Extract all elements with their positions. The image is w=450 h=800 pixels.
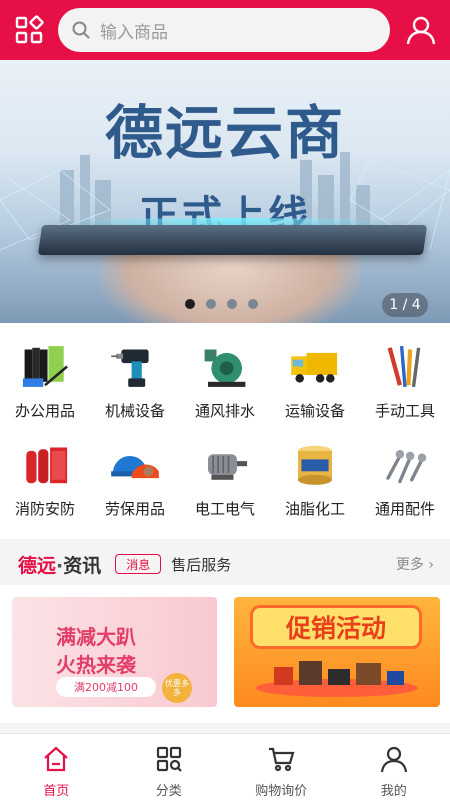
helmet-icon bbox=[111, 456, 159, 479]
carousel-dot-2[interactable] bbox=[206, 299, 216, 309]
category-machinery[interactable]: 机械设备 bbox=[90, 323, 180, 421]
promo-line1: 满减大趴 bbox=[56, 625, 136, 649]
motor-icon bbox=[208, 454, 248, 480]
category-ventilation[interactable]: 通风排水 bbox=[180, 323, 270, 421]
category-label: 电工电气 bbox=[194, 500, 255, 518]
category-label: 劳保用品 bbox=[104, 500, 165, 518]
category-label: 办公用品 bbox=[14, 402, 75, 420]
promo-badge: 优惠多多 bbox=[162, 673, 192, 703]
search-placeholder: 输入商品 bbox=[100, 22, 168, 43]
top-bar: 输入商品 bbox=[0, 0, 450, 60]
nav-mine[interactable]: 我的 bbox=[338, 734, 450, 800]
news-brand: 德远·资讯 bbox=[18, 551, 101, 578]
news-tag: 消息 bbox=[115, 554, 162, 574]
more-label: 更多 bbox=[395, 557, 424, 573]
category-electrical[interactable]: 电工电气 bbox=[180, 421, 270, 519]
grid-menu-icon bbox=[15, 15, 44, 44]
news-bar[interactable]: 德远·资讯 消息 售后服务 更多 › bbox=[0, 543, 450, 585]
tablet-graphic bbox=[37, 225, 428, 255]
home-icon bbox=[44, 746, 68, 772]
grease-icon bbox=[298, 445, 332, 485]
nav-home[interactable]: 首页 bbox=[0, 734, 113, 800]
hand-tools-icon bbox=[387, 345, 421, 388]
search-input[interactable]: 输入商品 bbox=[58, 8, 390, 52]
profile-button[interactable] bbox=[392, 0, 450, 60]
category-label: 运输设备 bbox=[284, 402, 345, 420]
nav-category-label: 分类 bbox=[155, 784, 182, 799]
category-office-supplies[interactable]: 办公用品 bbox=[0, 323, 90, 421]
screws-icon bbox=[386, 450, 427, 484]
carousel-dot-3[interactable] bbox=[227, 299, 237, 309]
category-protective-gear[interactable]: 劳保用品 bbox=[90, 421, 180, 519]
nav-mine-label: 我的 bbox=[380, 784, 407, 799]
promo-line2: 火热来袭 bbox=[56, 653, 136, 677]
cart-icon bbox=[269, 747, 295, 772]
category-hand-tools[interactable]: 手动工具 bbox=[360, 323, 450, 421]
category-grease-chemical[interactable]: 油脂化工 bbox=[270, 421, 360, 519]
app-screen: 输入商品 德远云商 正式上线 1 / 4 办公用品 机械设备 通风排水 运输设备… bbox=[0, 0, 450, 800]
hand-graphic bbox=[100, 250, 360, 323]
carousel-dot-1[interactable] bbox=[185, 299, 195, 309]
office-supplies-icon bbox=[22, 346, 68, 387]
fire-extinguisher-icon bbox=[26, 447, 68, 484]
category-label: 手动工具 bbox=[374, 402, 435, 420]
truck-icon bbox=[291, 352, 338, 383]
category-transport[interactable]: 运输设备 bbox=[270, 323, 360, 421]
carousel-dots bbox=[185, 299, 258, 309]
bottom-nav: 首页 分类 购物询价 我的 bbox=[0, 733, 450, 800]
drill-icon bbox=[111, 349, 149, 387]
nav-cart[interactable]: 购物询价 bbox=[225, 734, 338, 800]
slide-counter: 1 / 4 bbox=[382, 293, 428, 317]
chevron-right-icon: › bbox=[428, 557, 434, 573]
user-icon bbox=[406, 16, 436, 45]
promo-line3: 满200减100 bbox=[56, 677, 156, 697]
banner-title: 德远云商 bbox=[104, 99, 345, 167]
promo-title: 促销活动 bbox=[250, 605, 422, 649]
fan-icon bbox=[204, 349, 246, 387]
category-grid-button[interactable] bbox=[0, 0, 58, 60]
category-fire-safety[interactable]: 消防安防 bbox=[0, 421, 90, 519]
promo-goods-graphic bbox=[274, 659, 404, 685]
category-label: 消防安防 bbox=[14, 500, 75, 518]
news-brand-a: 德远 bbox=[18, 554, 57, 577]
nav-home-label: 首页 bbox=[43, 784, 70, 799]
promo-carousel[interactable]: 德远云商 正式上线 1 / 4 bbox=[0, 60, 450, 323]
nav-category[interactable]: 分类 bbox=[113, 734, 226, 800]
category-label: 机械设备 bbox=[104, 402, 165, 420]
category-label: 通风排水 bbox=[194, 402, 255, 420]
carousel-dot-4[interactable] bbox=[248, 299, 258, 309]
news-headline[interactable]: 售后服务 bbox=[171, 554, 231, 575]
promo-section: 满减大趴 火热来袭 满200减100 优惠多多 促销活动 bbox=[0, 585, 450, 723]
nav-cart-label: 购物询价 bbox=[255, 784, 308, 799]
category-icon bbox=[156, 746, 182, 772]
promo-card-discount[interactable]: 满减大趴 火热来袭 满200减100 优惠多多 bbox=[12, 597, 217, 707]
category-label: 油脂化工 bbox=[284, 500, 345, 518]
user-icon bbox=[380, 746, 407, 773]
promo-card-sale[interactable]: 促销活动 bbox=[234, 597, 440, 707]
category-general-parts[interactable]: 通用配件 bbox=[360, 421, 450, 519]
category-grid: 办公用品 机械设备 通风排水 运输设备 手动工具 消防安防 劳保用品 电工电气 … bbox=[0, 323, 450, 539]
category-label: 通用配件 bbox=[374, 500, 435, 518]
search-icon bbox=[72, 21, 90, 39]
news-brand-b: 资讯 bbox=[63, 554, 102, 577]
more-link[interactable]: 更多 › bbox=[396, 554, 434, 574]
